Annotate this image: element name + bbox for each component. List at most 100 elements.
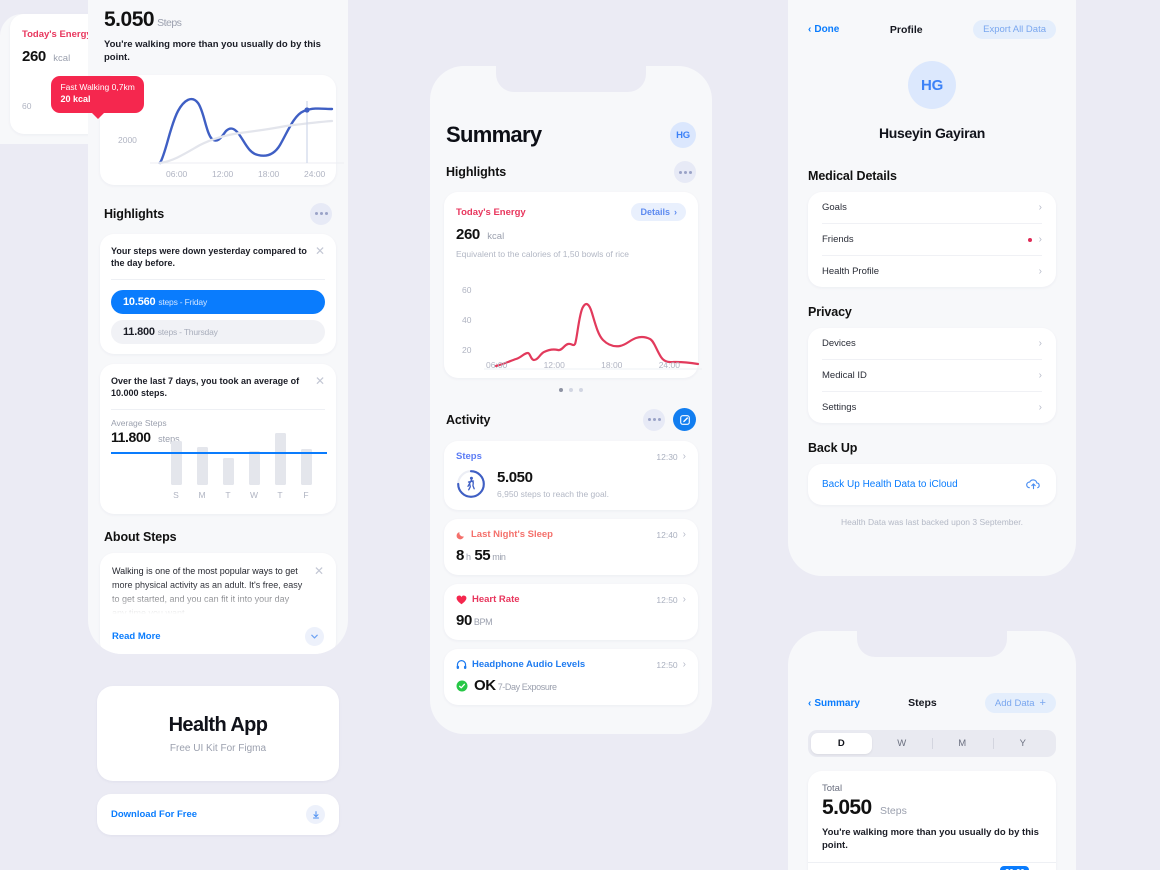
x-tick-1200: 12:00	[212, 169, 234, 179]
row-label: Steps	[456, 451, 482, 462]
row-value: 90 BPM	[456, 612, 493, 629]
svg-text:S: S	[173, 490, 179, 500]
svg-text:T: T	[277, 490, 282, 500]
edit-square-icon[interactable]	[673, 408, 696, 431]
row-label: Headphone Audio Levels	[472, 659, 586, 670]
svg-text:M: M	[198, 490, 205, 500]
done-button[interactable]: ‹ Done	[808, 24, 839, 35]
list-item-goals[interactable]: Goals ›	[808, 192, 1056, 223]
privacy-list: Devices › Medical ID › Settings ›	[808, 328, 1056, 423]
steps-line-chart: 4000 2000 06:00 12:00 18:00 24:00	[118, 96, 344, 179]
avatar[interactable]: HG	[670, 122, 696, 148]
add-data-button[interactable]: Add Data +	[984, 693, 1056, 713]
row-value: OK 7-Day Exposure	[474, 677, 557, 694]
about-steps-heading: About Steps	[104, 530, 177, 544]
row-time: 12:50	[656, 594, 678, 605]
activity-row-steps[interactable]: Steps 12:30 › 5.050 6,950 steps to reach…	[444, 441, 698, 510]
row-label: Heart Rate	[472, 594, 520, 605]
backup-link[interactable]: Back Up Health Data to iCloud	[822, 479, 958, 490]
range-segmented-control[interactable]: D W M Y	[808, 730, 1056, 757]
chevron-right-icon: ›	[1038, 402, 1042, 413]
x-tick-1800: 18:00	[258, 169, 280, 179]
carousel-page-dots[interactable]	[444, 388, 698, 392]
steps-total-value: 5.050 Steps	[104, 8, 182, 31]
highlights-more-button[interactable]	[674, 161, 696, 183]
profile-panel: ‹ Done Profile Export All Data HG Huseyi…	[788, 0, 1076, 576]
x-tick-0600: 06:00	[166, 169, 188, 179]
y-tick-2000: 2000	[118, 135, 137, 145]
steps-detail-panel-bottom: ‹ Summary Steps Add Data + D W M Y Total…	[788, 631, 1076, 870]
chevron-right-icon: ›	[682, 451, 686, 462]
time-marker-chip: 20:00	[1000, 865, 1030, 870]
export-all-data-button[interactable]: Export All Data	[973, 20, 1056, 39]
steps-lede: You're walking more than you usually do …	[104, 39, 321, 63]
profile-name: Huseyin Gayiran	[879, 125, 985, 141]
about-steps-card: Walking is one of the most popular ways …	[100, 553, 336, 654]
segment-week[interactable]: W	[872, 733, 933, 754]
chevron-left-icon: ‹	[808, 697, 812, 709]
segment-month[interactable]: M	[932, 733, 993, 754]
medical-details-heading: Medical Details	[808, 169, 897, 183]
series-average	[158, 119, 334, 164]
activity-row-sleep[interactable]: Last Night's Sleep 12:40 › 8h 55 min	[444, 519, 698, 575]
avatar[interactable]: HG	[908, 61, 956, 109]
status-ok-icon	[456, 680, 468, 691]
list-item-health-profile[interactable]: Health Profile ›	[808, 256, 1056, 287]
download-button[interactable]: Download For Free	[97, 794, 339, 835]
heart-icon	[456, 595, 467, 604]
activity-row-headphone[interactable]: Headphone Audio Levels 12:50 › OK 7-Day E…	[444, 649, 698, 705]
details-label: Details	[640, 207, 670, 217]
svg-text:18:00: 18:00	[608, 261, 630, 263]
backup-card[interactable]: Back Up Health Data to iCloud	[808, 464, 1056, 505]
energy-details-button[interactable]: Details ›	[631, 203, 686, 221]
walking-icon	[457, 470, 485, 498]
page-title: Profile	[889, 23, 923, 36]
list-item-settings[interactable]: Settings ›	[808, 392, 1056, 423]
list-item-friends[interactable]: Friends ›	[808, 224, 1056, 255]
series-energy	[494, 303, 700, 368]
chevron-right-icon: ›	[1038, 234, 1042, 245]
todays-energy-card: Today's Energy Details › 260 kcal Equiva…	[444, 192, 702, 378]
close-icon[interactable]: ✕	[314, 565, 324, 617]
chevron-down-icon[interactable]	[305, 627, 324, 646]
activity-more-button[interactable]	[643, 408, 665, 431]
list-item-medical-id[interactable]: Medical ID ›	[808, 360, 1056, 391]
bar-W	[249, 451, 260, 485]
segment-year[interactable]: Y	[992, 733, 1054, 754]
activity-row-heart-rate[interactable]: Heart Rate 12:50 › 90 BPM	[444, 584, 698, 640]
read-more-link[interactable]: Read More	[112, 631, 161, 642]
row-label: Last Night's Sleep	[471, 529, 553, 540]
chevron-right-icon: ›	[674, 207, 677, 217]
svg-text:20: 20	[462, 345, 472, 355]
row-sub: 6,950 steps to reach the goal.	[497, 489, 609, 499]
close-icon[interactable]: ✕	[315, 375, 325, 400]
highlights-heading: Highlights	[446, 165, 507, 179]
steps-total-block: 5.050 Steps You're walking more than you …	[100, 8, 336, 65]
icloud-upload-icon[interactable]	[1025, 476, 1042, 493]
divider	[111, 278, 325, 280]
list-item-devices[interactable]: Devices ›	[808, 328, 1056, 359]
svg-text:T: T	[225, 490, 230, 500]
chevron-right-icon: ›	[682, 529, 686, 540]
energy-subtitle: Equivalent to the calories of 1,50 bowls…	[456, 249, 629, 259]
summary-panel: Summary HG Highlights Today's Energy Det…	[430, 66, 712, 734]
chevron-right-icon: ›	[682, 594, 686, 605]
x-tick-1800: 18:00	[601, 360, 623, 370]
page-title: Summary	[446, 122, 542, 147]
unread-badge-dot	[1027, 237, 1032, 242]
download-icon[interactable]	[306, 805, 325, 824]
highlights-more-button[interactable]	[310, 202, 332, 225]
steps-lede: You're walking more than you usually do …	[822, 827, 1039, 851]
todays-energy-label: Today's Energy	[456, 206, 526, 218]
close-icon[interactable]: ✕	[315, 245, 325, 270]
chevron-left-icon: ‹	[808, 24, 812, 35]
brand-title: Health App	[168, 713, 268, 736]
backup-note: Health Data was last backed upon 3 Septe…	[841, 517, 1023, 527]
row-time: 12:30	[656, 451, 678, 462]
total-value: 5.050 Steps	[822, 796, 907, 819]
page-title: Steps	[908, 697, 937, 709]
energy-value: 260 kcal	[456, 226, 505, 243]
segment-day[interactable]: D	[811, 733, 872, 754]
medical-details-list: Goals › Friends › Health Profile ›	[808, 192, 1056, 287]
back-to-summary-button[interactable]: ‹ Summary	[808, 698, 860, 709]
